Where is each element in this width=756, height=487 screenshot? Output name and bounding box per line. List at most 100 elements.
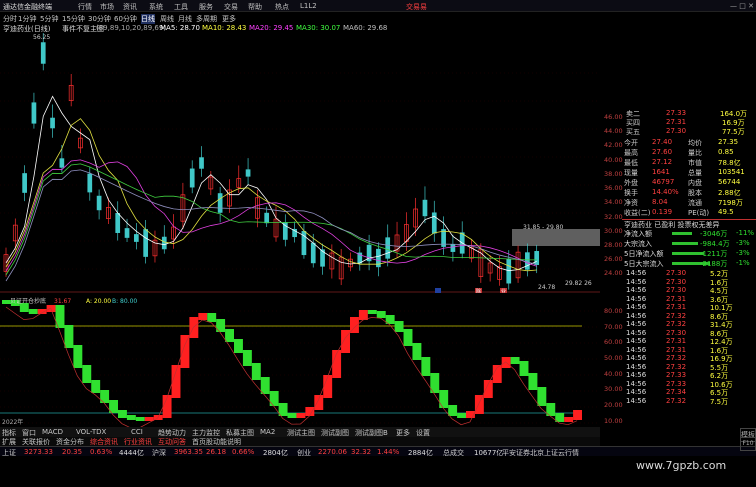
axis-tick: 24.00 [604, 269, 623, 277]
quote-cell: 流通 [688, 199, 702, 207]
quote-row: 换手 14.40% 股本 2.88亿 [622, 188, 756, 197]
indicator-tab[interactable]: MA2 [260, 428, 275, 436]
axis-tick: 30.00 [604, 385, 623, 393]
axis-tick: 44.00 [604, 127, 623, 135]
tick-vol: 7.5万 [710, 397, 729, 406]
quote-cell: 7198万 [718, 199, 743, 207]
candle [189, 168, 195, 188]
candle [143, 229, 149, 257]
menu-item[interactable]: 热点 [275, 2, 289, 12]
indicator-bar [367, 310, 377, 314]
indicator-tab[interactable]: CCI [131, 428, 143, 436]
tick-price: 27.34 [666, 388, 687, 396]
flow-pct: -3% [736, 239, 750, 247]
candle [59, 158, 65, 168]
tick-time: 14:56 [626, 320, 647, 328]
event-mark[interactable]: 业 [501, 288, 506, 293]
menu-item[interactable]: 工具 [174, 2, 188, 12]
ask-row[interactable]: 卖二 27.33 164.0万 [622, 109, 756, 118]
indicator-a: A: 20.00 [86, 298, 111, 305]
extension-tabs: 扩展 关联报价 资金分布 综合资讯 行业资讯 互动问答 首页股动能说明 [0, 437, 600, 446]
price-axis: 46.00 44.00 42.00 40.00 38.00 36.00 34.0… [600, 33, 623, 443]
tick-price: 27.30 [666, 328, 687, 337]
menu-item[interactable]: 资讯 [123, 2, 137, 12]
ma5-label: MA5: 28.70 [160, 24, 200, 32]
quote-cell: 27.12 [652, 158, 673, 166]
menu-item[interactable]: 交易 [224, 2, 238, 12]
tick-time: 14:56 [626, 371, 647, 379]
ma10-label: MA10: 28.43 [202, 24, 247, 32]
year-label: 2022年 [2, 418, 23, 426]
ask-vol: 77.5万 [722, 128, 745, 136]
axis-tick: 60.00 [604, 338, 623, 346]
axis-tick: 26.00 [604, 255, 623, 263]
ask-row[interactable]: 买四 27.31 16.9万 [622, 118, 756, 127]
tick-price: 27.30 [666, 286, 687, 294]
indicator-tab[interactable]: VOL-TDX [76, 428, 106, 436]
axis-tick: 40.00 [604, 370, 623, 378]
menu-item[interactable]: 系统 [149, 2, 163, 12]
watermark: www.7gpzb.com [636, 459, 727, 472]
trade-button[interactable]: 交易易 [406, 2, 427, 12]
tick-row: 14:56 27.32 7.5万 [622, 397, 756, 406]
tick-price: 27.31 [666, 303, 687, 311]
indicator-bar [483, 380, 493, 398]
indicator-bar [260, 377, 270, 394]
quote-cell: 1641 [652, 168, 670, 176]
indicator-bar [189, 317, 199, 338]
indicator-tab[interactable]: MACD [42, 428, 63, 436]
flow-row: 大宗流入 -984.4万 -3% [622, 239, 756, 248]
candle [282, 222, 288, 240]
menu-item[interactable]: 市场 [100, 2, 114, 12]
candlestick-chart[interactable]: 56.25 31.85 - 29.80 24.78 29.82 26 除 业 [0, 33, 600, 293]
ask-price: 27.31 [666, 118, 687, 126]
menu-item[interactable]: 行情 [78, 2, 92, 12]
indicator-bar [314, 395, 324, 410]
indicator-bar [474, 395, 484, 414]
candle [385, 237, 391, 259]
indicator-chart[interactable]: 贝证开仓抄底 31.67 A: 20.00 B: 80.00 2022年 [0, 296, 600, 442]
index-pct: 0.63% [90, 448, 113, 456]
indicator-bar [448, 405, 458, 416]
indicator-bar [216, 319, 226, 332]
window-controls[interactable]: — □ ✕ [730, 2, 754, 10]
indicator-bar [296, 413, 306, 418]
quote-cell: 内盘 [688, 179, 702, 187]
tick-price: 27.33 [666, 379, 687, 388]
flow-row: 5日净流入额 -1211万 -3% [622, 249, 756, 258]
quote-cell: 49.5 [718, 208, 734, 216]
axis-tick: 28.00 [604, 241, 623, 249]
axis-tick: 36.00 [604, 184, 623, 192]
candle [50, 117, 55, 129]
ask-price: 27.33 [666, 109, 687, 117]
ask-label: 买五 [626, 128, 640, 136]
app-title: 通达信金融终端 [3, 3, 52, 11]
tick-price: 27.31 [666, 337, 687, 345]
tick-time: 14:56 [626, 396, 647, 405]
flow-label: 5日净流入额 [624, 250, 664, 258]
candle [133, 234, 139, 242]
quote-cell: 收益(二) [624, 209, 651, 217]
menu-item[interactable]: 帮助 [248, 2, 262, 12]
ask-row[interactable]: 买五 27.30 77.5万 [622, 127, 756, 136]
indicator-bar [82, 365, 92, 383]
extra-label: 29.82 26 [565, 280, 592, 287]
event-mark[interactable]: 除 [476, 288, 481, 293]
company-line: 亨迪药业 已盈利 投票权无差异 [622, 219, 756, 229]
index-pct: 0.66% [232, 448, 255, 456]
f10-button[interactable]: F10 [740, 437, 756, 451]
quote-cell: 103541 [718, 168, 745, 176]
menu-item[interactable]: 服务 [199, 2, 213, 12]
period-toolbar: 分时 1分钟 5分钟 15分钟 30分钟 60分钟 日线 周线 月线 多周期 更… [0, 12, 756, 24]
candle [124, 228, 130, 238]
axis-tick: 30.00 [604, 227, 623, 235]
indicator-bar [269, 391, 279, 406]
tick-price: 27.31 [666, 294, 687, 303]
quote-cell: 股本 [688, 189, 702, 197]
menu-item[interactable]: L1L2 [300, 2, 317, 10]
candle [310, 242, 316, 264]
f10-label: F10 [742, 440, 754, 447]
tick-price: 27.33 [666, 371, 687, 379]
indicator-bar [118, 410, 127, 418]
ask-price: 27.30 [666, 127, 687, 135]
